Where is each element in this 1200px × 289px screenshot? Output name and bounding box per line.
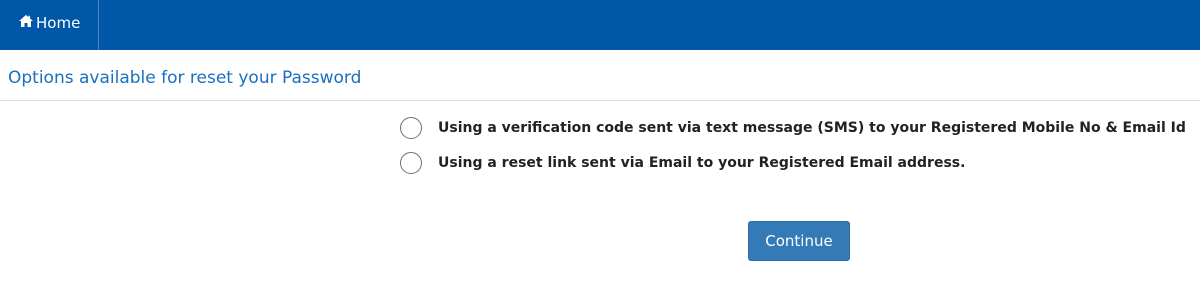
home-link[interactable]: Home <box>0 0 99 50</box>
title-divider <box>0 100 1200 101</box>
home-link-label: Home <box>36 14 81 32</box>
sms-option-radio[interactable] <box>400 117 422 139</box>
email-option-radio[interactable] <box>400 152 422 174</box>
email-option-label: Using a reset link sent via Email to you… <box>438 155 966 171</box>
option-sms-verification[interactable]: Using a verification code sent via text … <box>400 117 1186 139</box>
option-email-reset-link[interactable]: Using a reset link sent via Email to you… <box>400 152 965 174</box>
continue-button[interactable]: Continue <box>748 221 850 261</box>
sms-option-label: Using a verification code sent via text … <box>438 120 1186 136</box>
page-title: Options available for reset your Passwor… <box>8 68 362 88</box>
top-nav-bar: Home <box>0 0 1200 50</box>
home-icon <box>19 0 33 45</box>
